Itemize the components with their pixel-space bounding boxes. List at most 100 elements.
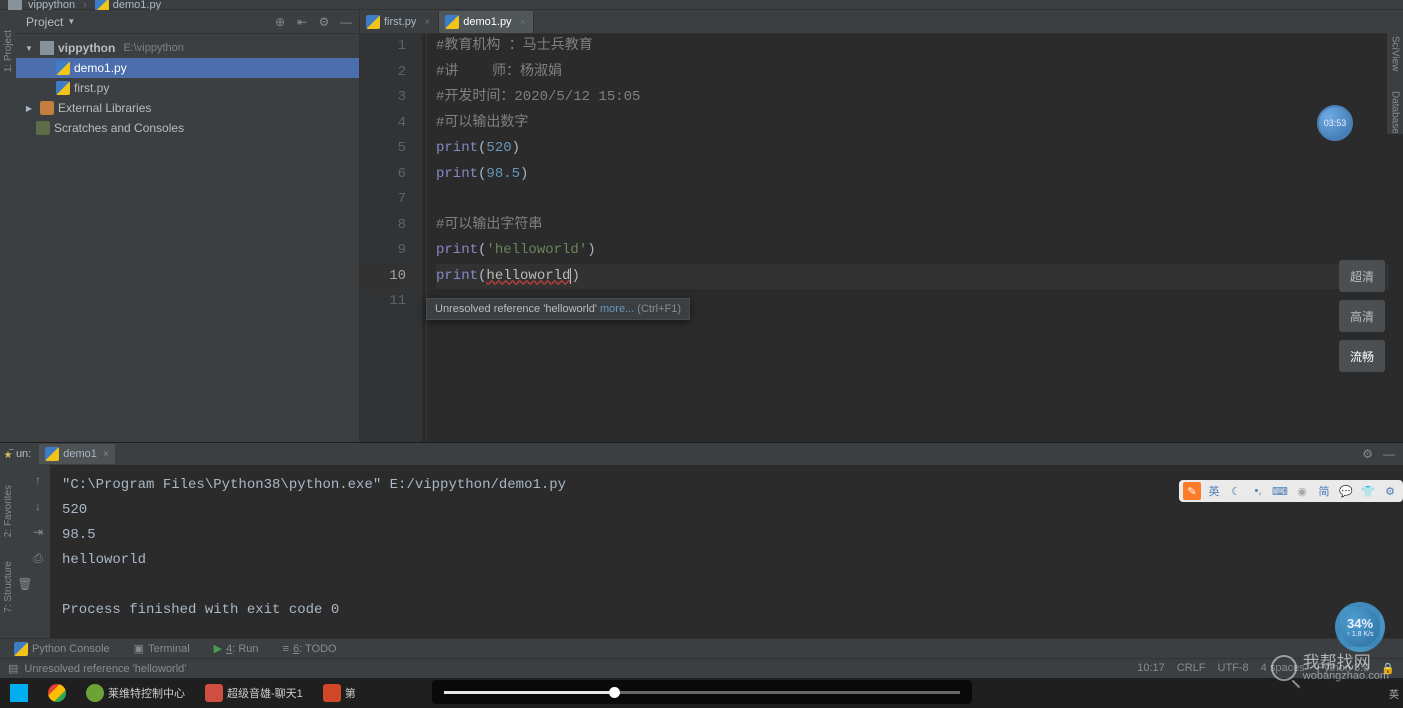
gear-icon[interactable]: ⚙ <box>317 15 331 29</box>
todo-icon: ≡ <box>283 643 289 655</box>
dropdown-icon[interactable]: ▼ <box>67 17 75 26</box>
code-number: 520 <box>486 140 511 156</box>
chevron-right-icon[interactable]: ▶ <box>22 104 36 113</box>
project-panel: Project ▼ ⊕ ⇤ ⚙ — ▼ vippython E:\vippyth… <box>16 10 360 442</box>
database-tool-tab[interactable]: Database <box>1390 91 1401 134</box>
run-header: Run: demo1 × ⚙ — <box>0 443 1403 465</box>
progress-thumb[interactable] <box>609 687 620 698</box>
favorites-tool-tab[interactable]: 2: Favorites <box>3 485 14 537</box>
quality-smooth[interactable]: 流畅 <box>1339 340 1385 372</box>
line-ending[interactable]: CRLF <box>1177 662 1206 675</box>
tree-external-libs[interactable]: ▶ External Libraries <box>16 98 359 118</box>
left-tool-tabs: 1: Project <box>0 10 16 442</box>
scratch-icon <box>36 121 50 135</box>
locate-icon[interactable]: ⊕ <box>273 15 287 29</box>
todo-tab[interactable]: ≡ 6: TODO <box>277 643 343 655</box>
taskbar-app-1[interactable]: 莱维特控制中心 <box>80 679 191 707</box>
tab-label: 4: Run <box>226 643 258 655</box>
code-comment: #可以输出数字 <box>436 115 528 131</box>
collapse-icon[interactable]: ⇤ <box>295 15 309 29</box>
tab-label: Python Console <box>32 643 110 655</box>
down-button[interactable]: ↓ <box>29 497 47 515</box>
taskbar-label: 超级音雄-聊天1 <box>227 685 303 701</box>
tree-scratches[interactable]: Scratches and Consoles <box>16 118 359 138</box>
run-tab-bottom[interactable]: ▶ 4: Run <box>208 642 265 655</box>
ime-simp-button[interactable]: 简 <box>1315 482 1333 500</box>
hide-icon[interactable]: — <box>339 15 353 29</box>
python-icon <box>14 642 28 656</box>
progress-track[interactable] <box>444 691 960 694</box>
ime-punct-icon[interactable]: •, <box>1249 482 1267 500</box>
gear-icon[interactable]: ⚙ <box>1362 447 1373 461</box>
taskbar-label: 莱维特控制中心 <box>108 685 185 701</box>
ime-user-icon[interactable]: ◉ <box>1293 482 1311 500</box>
timer-badge: 03:53 <box>1317 105 1353 141</box>
structure-tool-tab[interactable]: 7: Structure <box>3 561 14 613</box>
watermark-url: wobangzhao.com <box>1303 671 1389 682</box>
code-comment: #开发时间：2020/5/12 15:05 <box>436 89 640 105</box>
code-fn: print <box>436 268 478 284</box>
trash-button[interactable]: 🗑 <box>16 575 34 593</box>
ime-lang-button[interactable]: 英 <box>1205 482 1223 500</box>
breadcrumb-bar: vippython › demo1.py <box>0 0 1403 10</box>
project-tool-tab[interactable]: 1: Project <box>3 30 14 72</box>
chevron-down-icon[interactable]: ▼ <box>22 44 36 53</box>
status-icon[interactable]: ▤ <box>8 662 18 675</box>
line-gutter: 1 2 3 4 5 6 7 8 9 10 11 <box>360 34 422 442</box>
ime-skin-icon[interactable]: 👕 <box>1359 482 1377 500</box>
status-message: Unresolved reference 'helloworld' <box>24 663 186 675</box>
tree-file-label: demo1.py <box>74 61 127 75</box>
left-bottom-tool-tabs: ★ 2: Favorites 7: Structure <box>0 450 16 630</box>
ime-chat-icon[interactable]: 💬 <box>1337 482 1355 500</box>
code-editor[interactable]: 1 2 3 4 5 6 7 8 9 10 11 #教育机构 ：马士兵教育 #讲 … <box>360 34 1403 442</box>
tray-lang[interactable]: 英 <box>1389 686 1399 701</box>
breadcrumb-project[interactable]: vippython <box>28 0 75 11</box>
run-tab[interactable]: demo1 × <box>39 444 114 464</box>
hide-icon[interactable]: — <box>1383 447 1395 461</box>
tab-label: 6: TODO <box>293 643 337 655</box>
ime-settings-icon[interactable]: ⚙ <box>1381 482 1399 500</box>
taskbar-browser[interactable] <box>42 679 72 707</box>
close-icon[interactable]: × <box>103 449 109 460</box>
cursor-position[interactable]: 10:17 <box>1137 662 1165 675</box>
tree-file-demo1[interactable]: demo1.py <box>16 58 359 78</box>
python-console-tab[interactable]: Python Console <box>8 642 116 656</box>
system-tray[interactable]: 英 <box>1389 686 1399 701</box>
status-bar: ▤ Unresolved reference 'helloworld' 10:1… <box>0 658 1403 678</box>
sciview-tool-tab[interactable]: SciView <box>1390 36 1401 71</box>
tooltip-more-link[interactable]: more... <box>600 303 634 315</box>
tree-file-first[interactable]: first.py <box>16 78 359 98</box>
project-panel-title: Project <box>26 15 63 29</box>
close-icon[interactable]: × <box>520 17 526 28</box>
ime-logo-icon[interactable]: ✎ <box>1183 482 1201 500</box>
system-meter-badge[interactable]: 34% ↑ 1.8 K/s <box>1335 602 1385 652</box>
python-file-icon <box>56 81 70 95</box>
timer-value: 03:53 <box>1324 118 1347 128</box>
video-progress-bar[interactable] <box>432 680 972 704</box>
code-content[interactable]: #教育机构 ：马士兵教育 #讲 师：杨淑娟 #开发时间：2020/5/12 15… <box>422 34 1389 442</box>
tooltip-message: Unresolved reference 'helloworld' <box>435 303 600 315</box>
ime-keyboard-icon[interactable]: ⌨ <box>1271 482 1289 500</box>
taskbar-app-3[interactable]: 第 <box>317 679 362 707</box>
print-button[interactable]: ⎙ <box>29 549 47 567</box>
quality-hd[interactable]: 高清 <box>1339 300 1385 332</box>
editor-tab-demo1[interactable]: demo1.py × <box>439 11 534 33</box>
taskbar-label: 第 <box>345 685 356 701</box>
powerpoint-icon <box>323 684 341 702</box>
terminal-tab[interactable]: ▣ Terminal <box>128 642 196 655</box>
taskbar-app-2[interactable]: 超级音雄-聊天1 <box>199 679 309 707</box>
start-button[interactable] <box>4 679 34 707</box>
tab-label: first.py <box>384 16 416 28</box>
ime-moon-icon[interactable]: ☾ <box>1227 482 1245 500</box>
up-button[interactable]: ↑ <box>29 471 47 489</box>
breadcrumb-file[interactable]: demo1.py <box>113 0 161 11</box>
ime-toolbar[interactable]: ✎ 英 ☾ •, ⌨ ◉ 简 💬 👕 ⚙ <box>1179 480 1403 502</box>
close-icon[interactable]: × <box>424 17 430 28</box>
tree-root[interactable]: ▼ vippython E:\vippython <box>16 38 359 58</box>
quality-ultra[interactable]: 超清 <box>1339 260 1385 292</box>
soft-wrap-button[interactable]: ⇥ <box>29 523 47 541</box>
editor-tab-first[interactable]: first.py × <box>360 11 439 33</box>
code-comment: #教育机构 ：马士兵教育 <box>436 38 593 54</box>
encoding[interactable]: UTF-8 <box>1218 662 1249 675</box>
tab-label: demo1.py <box>463 16 511 28</box>
